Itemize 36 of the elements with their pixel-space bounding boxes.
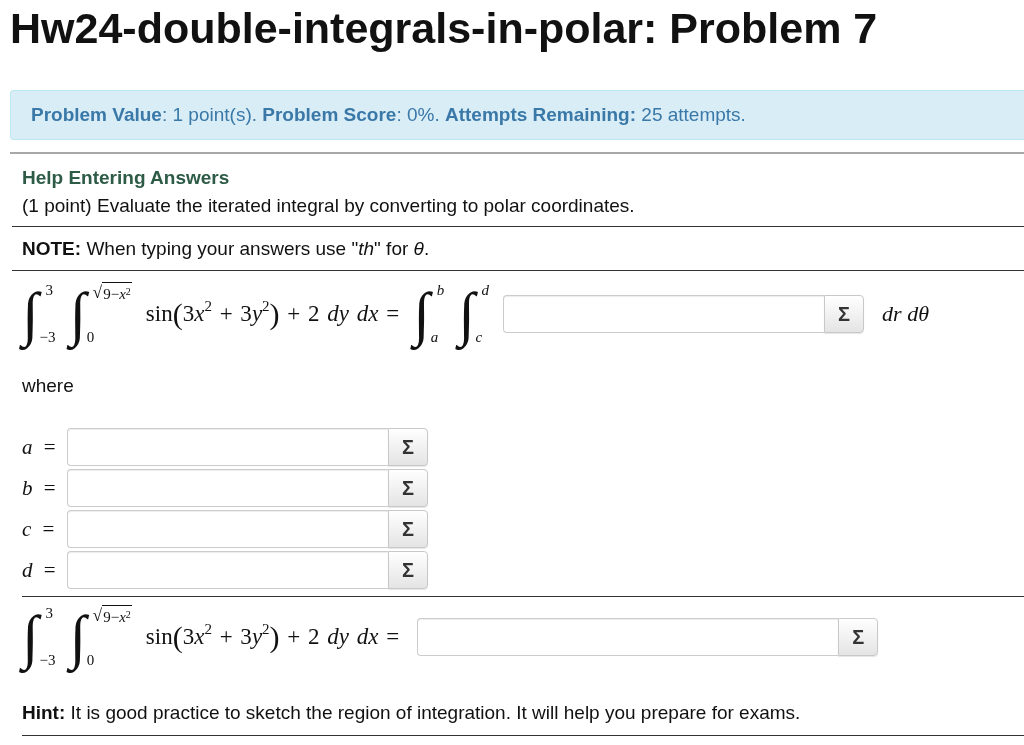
answer-input[interactable] <box>67 510 388 548</box>
equation-editor-button[interactable]: Σ <box>824 295 865 333</box>
bound-label: c = <box>22 516 56 542</box>
equation-editor-button[interactable]: Σ <box>388 510 428 548</box>
equation-editor-button[interactable]: Σ <box>388 551 428 589</box>
upper-limit: 3 <box>45 282 54 299</box>
equation-editor-button[interactable]: Σ <box>388 428 428 466</box>
lower-limit: 0 <box>86 652 96 668</box>
answer-input[interactable] <box>67 551 388 589</box>
lower-limit: a <box>430 329 440 345</box>
differentials-text: dr dθ <box>882 301 929 327</box>
bound-label: b = <box>22 475 57 501</box>
answer-input[interactable] <box>503 295 825 333</box>
problem-statement: (1 point) Evaluate the iterated integral by converting to polar coordinates. <box>22 195 635 217</box>
help-entering-answers-link[interactable]: Help Entering Answers <box>22 167 230 189</box>
answer-input[interactable] <box>417 618 839 656</box>
lower-limit: c <box>475 329 484 345</box>
upper-limit: b <box>436 282 445 299</box>
upper-limit: 3 <box>45 605 54 622</box>
upper-limit: √9−x$^{2}$ <box>92 282 132 302</box>
bound-label: d = <box>22 557 57 583</box>
lower-limit: −3 <box>39 329 56 345</box>
answer-input[interactable] <box>67 428 388 466</box>
bound-label: a = <box>22 434 57 460</box>
equation-editor-button[interactable]: Σ <box>388 469 428 507</box>
note-text: NOTE: When typing your answers use "th" for θ. <box>22 238 430 260</box>
answer-input[interactable] <box>67 469 388 507</box>
problem-info-banner: Problem Value: 1 point(s). Problem Score: 0%. Attempts Remaining: 25 attempts. <box>10 90 1024 140</box>
hint-text: Hint: It is good practice to sketch the region of integration. It will help you prepare for exams. <box>22 702 801 724</box>
page-title: Hw24-double-integrals-in-polar: Problem 7 <box>10 4 878 52</box>
equation-editor-button[interactable]: Σ <box>838 618 879 656</box>
where-text: where <box>22 375 74 397</box>
upper-limit: d <box>481 282 490 299</box>
lower-limit: 0 <box>86 329 96 345</box>
upper-limit: √9−x$^{2}$ <box>92 605 132 625</box>
lower-limit: −3 <box>39 652 56 668</box>
